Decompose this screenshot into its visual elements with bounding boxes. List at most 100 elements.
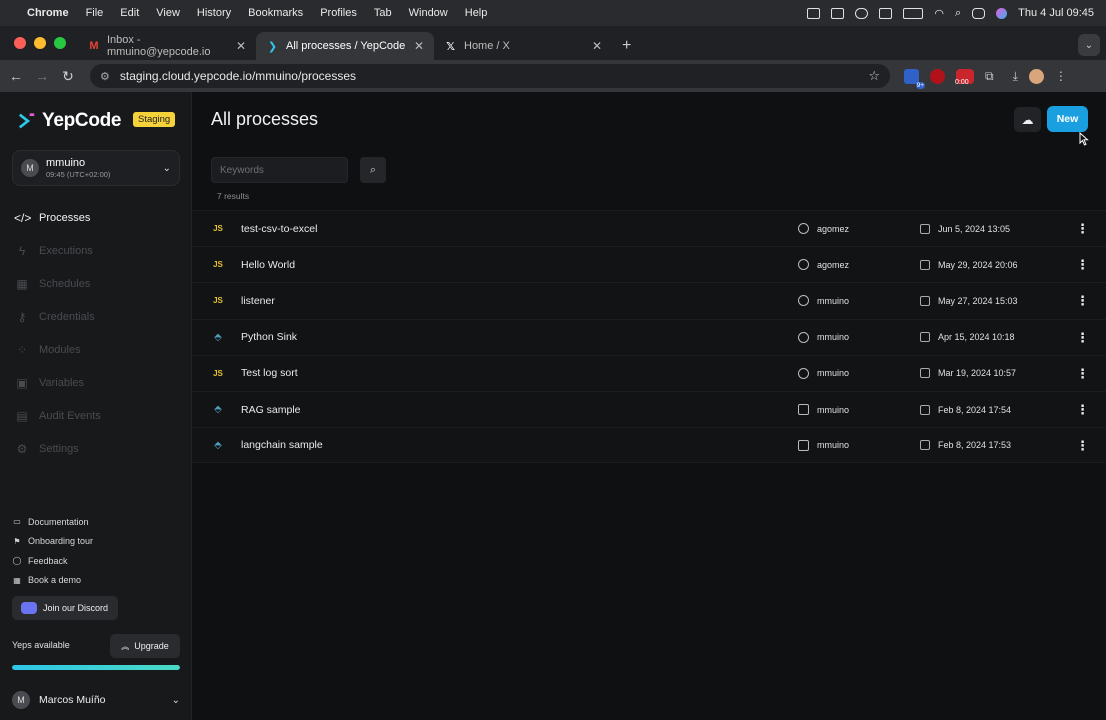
process-date: May 29, 2024 20:06 — [920, 259, 1018, 270]
download-icon[interactable]: ⤓ — [1013, 69, 1018, 84]
process-name[interactable]: langchain sample — [241, 439, 323, 451]
process-name[interactable]: listener — [241, 295, 275, 307]
menu-history[interactable]: History — [197, 7, 231, 19]
sidebar-item-modules[interactable]: ⁘ Modules — [14, 333, 101, 366]
table-row[interactable]: ⬘ RAG sample mmuino Feb 8, 2024 17:54 ⋮ — [192, 390, 1106, 428]
control-center-icon[interactable] — [972, 7, 986, 19]
sidebar-item-audit-events[interactable]: ▤ Audit Events — [14, 399, 100, 432]
user-menu[interactable]: M Marcos Muíño ⌄ — [12, 688, 180, 712]
menu-tab[interactable]: Tab — [374, 7, 392, 19]
tab-label: All processes / YepCode — [286, 40, 406, 52]
more-options-icon[interactable]: ⋮ — [1076, 367, 1089, 380]
more-options-icon[interactable]: ⋮ — [1076, 439, 1089, 452]
more-options-icon[interactable]: ⋮ — [1076, 294, 1089, 307]
close-tab-icon[interactable]: ✕ — [236, 39, 246, 53]
more-options-icon[interactable]: ⋮ — [1076, 331, 1089, 344]
more-options-icon[interactable]: ⋮ — [1076, 403, 1089, 416]
tab-gmail[interactable]: M Inbox - mmuino@yepcode.io ✕ — [78, 32, 256, 60]
extension-badge[interactable]: 9+ — [904, 68, 925, 89]
team-selector[interactable]: M mmuino 09:45 (UTC+02:00) ⌄ — [12, 150, 180, 186]
yepcode-icon: ❯ — [267, 40, 278, 53]
discord-button[interactable]: Join our Discord — [12, 596, 118, 620]
sidebar-item-credentials[interactable]: ⚷ Credentials — [14, 300, 101, 333]
tab-x[interactable]: 𝕏 Home / X ✕ — [434, 32, 612, 60]
menu-bookmarks[interactable]: Bookmarks — [248, 7, 303, 19]
link-feedback[interactable]: ◯ Feedback — [12, 551, 93, 571]
tab-yepcode[interactable]: ❯ All processes / YepCode ✕ — [256, 32, 434, 60]
upgrade-button[interactable]: ︽ Upgrade — [110, 634, 180, 658]
site-settings-icon[interactable]: ⚙ — [100, 70, 110, 83]
tab-search-icon[interactable]: ⌄ — [1078, 34, 1100, 56]
sidebar-item-variables[interactable]: ▣ Variables — [14, 366, 101, 399]
sidebar-item-executions[interactable]: ϟ Executions — [14, 234, 101, 267]
menu-file[interactable]: File — [86, 7, 104, 19]
close-tab-icon[interactable]: ✕ — [414, 39, 424, 53]
more-options-icon[interactable]: ⋮ — [1076, 258, 1089, 271]
page-title: All processes — [211, 109, 319, 129]
link-onboarding-tour[interactable]: ⚑ Onboarding tour — [12, 532, 93, 552]
drive-icon[interactable] — [831, 7, 845, 19]
modules-icon: ⁘ — [16, 342, 28, 357]
process-list: JS test-csv-to-excel agomez Jun 5, 2024 13:… — [192, 210, 1106, 464]
ublock-icon[interactable] — [930, 68, 945, 84]
reload-icon[interactable]: ↻ — [58, 68, 78, 85]
back-icon[interactable]: ← — [6, 68, 26, 84]
forward-icon[interactable]: → — [32, 68, 52, 84]
chrome-menu-icon[interactable]: ⋮ — [1055, 69, 1067, 83]
menu-help[interactable]: Help — [465, 7, 488, 19]
wifi-icon[interactable]: ◠ — [934, 7, 944, 20]
process-owner: mmuino — [798, 439, 849, 451]
process-name[interactable]: Hello World — [241, 259, 295, 271]
table-row[interactable]: JS listener mmuino May 27, 2024 15:03 ⋮ — [192, 282, 1106, 319]
menu-profiles[interactable]: Profiles — [320, 7, 357, 19]
table-row[interactable]: ⬘ langchain sample mmuino Feb 8, 2024 17:53… — [192, 427, 1106, 464]
import-process-button[interactable]: ☁ — [1014, 107, 1041, 132]
brand-logo[interactable]: YepCode — [18, 110, 122, 132]
table-row[interactable]: JS test-csv-to-excel agomez Jun 5, 2024 13:… — [192, 210, 1106, 247]
process-name[interactable]: RAG sample — [241, 404, 301, 416]
sidebar-item-schedules[interactable]: ▦ Schedules — [14, 267, 101, 300]
shield-icon[interactable] — [879, 7, 893, 19]
search-input[interactable] — [211, 157, 348, 183]
more-options-icon[interactable]: ⋮ — [1076, 222, 1089, 235]
siri-icon[interactable] — [996, 7, 1008, 19]
menu-window[interactable]: Window — [409, 7, 448, 19]
search-button[interactable]: ⌕ — [360, 157, 386, 183]
date-text: Jun 5, 2024 13:05 — [938, 223, 1011, 234]
url-text[interactable]: staging.cloud.yepcode.io/mmuino/processe… — [120, 69, 356, 83]
sidebar-item-processes[interactable]: </> Processes — [14, 201, 101, 234]
puzzle-icon[interactable]: ⧉ — [985, 69, 994, 84]
menubar-clock[interactable]: Thu 4 Jul 09:45 — [1018, 7, 1094, 19]
new-tab-icon[interactable]: + — [612, 32, 641, 60]
table-row[interactable]: JS Hello World agomez May 29, 2024 20:06 ⋮ — [192, 246, 1106, 283]
yeps-progress-bar — [12, 665, 180, 670]
link-book-a-demo[interactable]: ▦ Book a demo — [12, 571, 93, 591]
menu-chrome[interactable]: Chrome — [27, 7, 69, 19]
omnibox[interactable]: ⚙ staging.cloud.yepcode.io/mmuino/proces… — [90, 64, 890, 88]
table-row[interactable]: ⬘ Python Sink mmuino Apr 15, 2024 10:18 ⋮ — [192, 318, 1106, 355]
battery-icon[interactable] — [903, 7, 924, 19]
avatar: M — [21, 159, 39, 177]
minimize-window-icon[interactable] — [34, 37, 46, 49]
calendar-icon — [920, 295, 930, 306]
close-tab-icon[interactable]: ✕ — [592, 39, 602, 53]
notion-icon[interactable] — [807, 7, 821, 19]
search-icon[interactable]: ⌕ — [955, 7, 961, 20]
glasses-icon[interactable] — [855, 7, 869, 19]
sidebar-item-settings[interactable]: ⚙ Settings — [14, 432, 101, 465]
close-window-icon[interactable] — [14, 37, 26, 49]
new-process-button[interactable]: New — [1047, 106, 1088, 132]
bookmark-star-icon[interactable]: ☆ — [868, 68, 880, 84]
menu-edit[interactable]: Edit — [120, 7, 139, 19]
maximize-window-icon[interactable] — [54, 37, 66, 49]
profile-avatar[interactable] — [1028, 68, 1044, 84]
link-documentation[interactable]: ▭ Documentation — [12, 512, 93, 532]
avatar: M — [12, 691, 30, 709]
process-name[interactable]: test-csv-to-excel — [241, 223, 317, 235]
process-name[interactable]: Test log sort — [241, 367, 298, 379]
table-row[interactable]: JS Test log sort mmuino Mar 19, 2024 10:57 ⋮ — [192, 354, 1106, 391]
calendar-icon: ▦ — [13, 575, 21, 585]
menu-view[interactable]: View — [156, 7, 180, 19]
timer-extension[interactable]: 0:00 — [955, 68, 974, 86]
process-name[interactable]: Python Sink — [241, 331, 297, 343]
